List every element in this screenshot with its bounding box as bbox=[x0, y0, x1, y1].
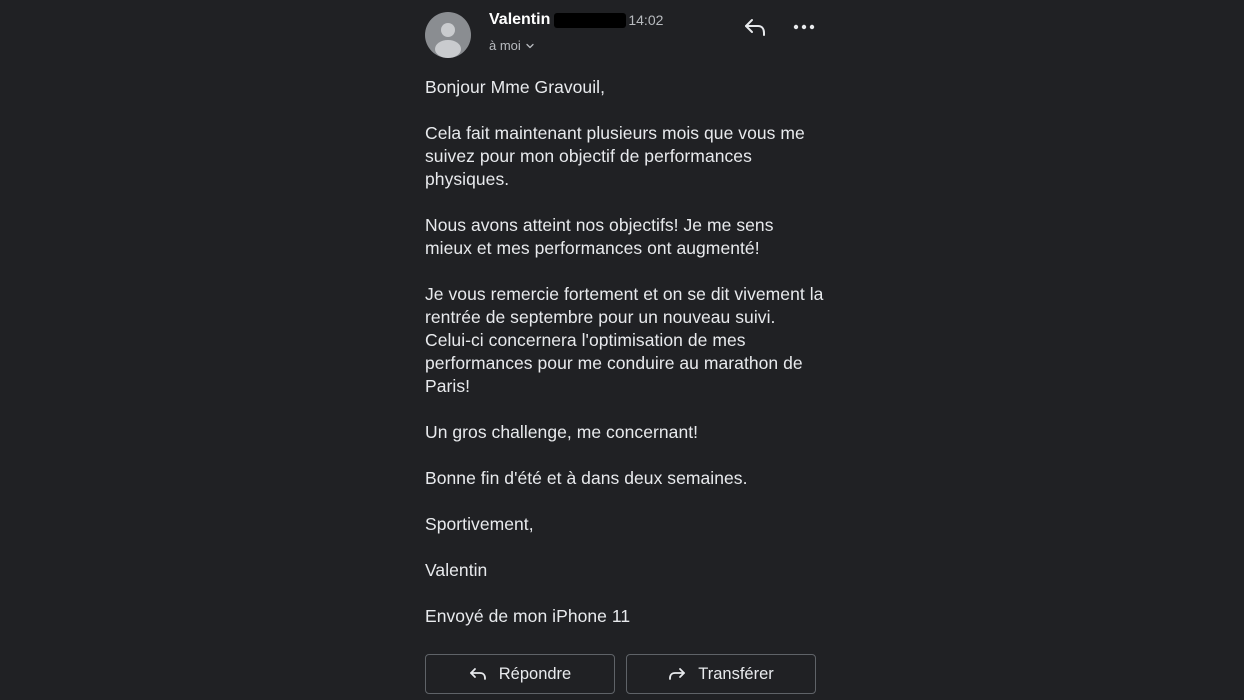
greeting: Bonjour Mme Gravouil, bbox=[425, 77, 606, 97]
reply-arrow-icon bbox=[745, 19, 765, 36]
more-options-button[interactable] bbox=[789, 12, 819, 42]
reply-button[interactable]: Répondre bbox=[425, 654, 615, 694]
reply-icon-button[interactable] bbox=[740, 12, 770, 42]
body-paragraph: Je vous remercie fortement et on se dit … bbox=[425, 284, 824, 396]
reply-arrow-icon bbox=[469, 667, 487, 681]
avatar[interactable] bbox=[425, 12, 471, 58]
forward-button-label: Transférer bbox=[698, 664, 774, 683]
sender-name[interactable]: Valentin bbox=[489, 11, 550, 29]
email-view: Valentin 14:02 à moi Bonjour Mme Gravoui… bbox=[0, 0, 1244, 700]
message-body: Bonjour Mme Gravouil, Cela fait maintena… bbox=[425, 76, 825, 651]
person-avatar-icon bbox=[435, 23, 461, 58]
more-horizontal-icon bbox=[793, 24, 815, 30]
email-message: Valentin 14:02 à moi Bonjour Mme Gravoui… bbox=[425, 0, 825, 700]
sent-from-footer: Envoyé de mon iPhone 11 bbox=[425, 606, 631, 626]
signature-name: Valentin bbox=[425, 560, 488, 580]
body-paragraph: Cela fait maintenant plusieurs mois que … bbox=[425, 123, 805, 189]
redacted-surname bbox=[554, 12, 627, 28]
forward-button[interactable]: Transférer bbox=[626, 654, 816, 694]
body-paragraph: Un gros challenge, me concernant! bbox=[425, 422, 699, 442]
chevron-down-icon bbox=[526, 43, 534, 48]
message-actions: Répondre Transférer bbox=[425, 654, 825, 696]
sign-off: Sportivement, bbox=[425, 514, 534, 534]
message-time: 14:02 bbox=[628, 12, 664, 28]
sender-line: Valentin 14:02 bbox=[489, 10, 663, 30]
body-paragraph: Nous avons atteint nos objectifs! Je me … bbox=[425, 215, 774, 258]
recipient-toggle[interactable]: à moi bbox=[489, 38, 534, 53]
message-header: Valentin 14:02 à moi bbox=[425, 0, 825, 70]
body-paragraph: Bonne fin d'été et à dans deux semaines. bbox=[425, 468, 748, 488]
reply-button-label: Répondre bbox=[498, 664, 572, 683]
recipient-label: à moi bbox=[489, 38, 521, 53]
forward-arrow-icon bbox=[668, 667, 686, 681]
